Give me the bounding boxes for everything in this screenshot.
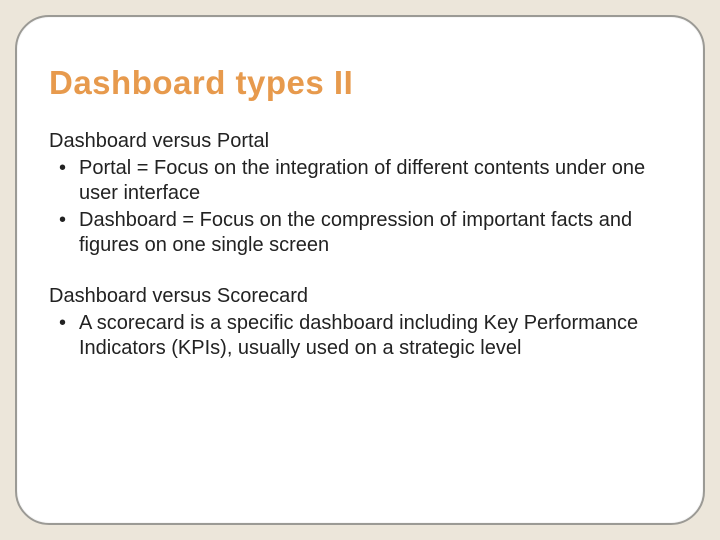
section-portal: Dashboard versus Portal Portal = Focus o… bbox=[49, 129, 671, 258]
section-scorecard: Dashboard versus Scorecard A scorecard i… bbox=[49, 284, 671, 361]
section-heading: Dashboard versus Portal bbox=[49, 129, 671, 154]
bullet-list: Portal = Focus on the integration of dif… bbox=[49, 156, 671, 258]
slide-content: Dashboard types II Dashboard versus Port… bbox=[49, 65, 671, 387]
list-item: A scorecard is a specific dashboard incl… bbox=[49, 311, 671, 361]
bullet-list: A scorecard is a specific dashboard incl… bbox=[49, 311, 671, 361]
slide-frame: Dashboard types II Dashboard versus Port… bbox=[15, 15, 705, 525]
section-heading: Dashboard versus Scorecard bbox=[49, 284, 671, 309]
list-item: Portal = Focus on the integration of dif… bbox=[49, 156, 671, 206]
slide-title: Dashboard types II bbox=[49, 65, 671, 101]
list-item: Dashboard = Focus on the compression of … bbox=[49, 208, 671, 258]
